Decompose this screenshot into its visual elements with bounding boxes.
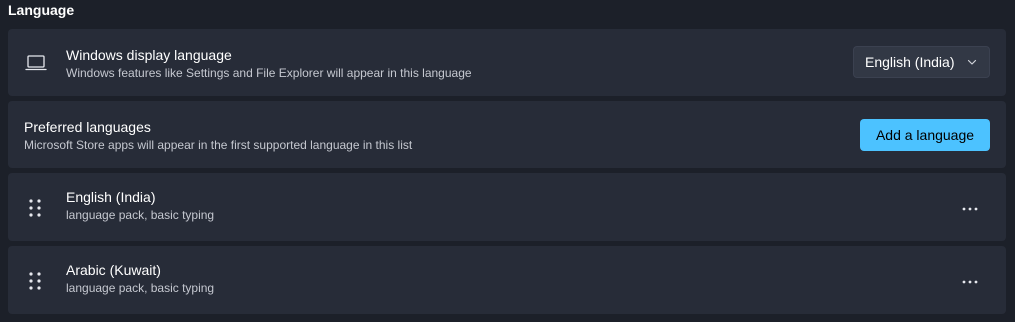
display-language-title: Windows display language bbox=[66, 47, 232, 63]
preferred-languages-title: Preferred languages bbox=[24, 119, 151, 135]
more-icon bbox=[962, 198, 978, 216]
language-item[interactable]: Arabic (Kuwait) language pack, basic typ… bbox=[8, 246, 1006, 314]
section-title: Language bbox=[8, 2, 75, 18]
more-options-button[interactable] bbox=[956, 195, 984, 219]
more-icon bbox=[962, 271, 978, 289]
language-name: English (India) bbox=[66, 189, 156, 205]
add-language-button[interactable]: Add a language bbox=[860, 119, 990, 151]
display-language-selected: English (India) bbox=[865, 54, 955, 70]
display-language-card: Windows display language Windows feature… bbox=[8, 29, 1006, 96]
language-item[interactable]: English (India) language pack, basic typ… bbox=[8, 173, 1006, 241]
display-language-description: Windows features like Settings and File … bbox=[66, 66, 472, 80]
more-options-button[interactable] bbox=[956, 268, 984, 292]
display-language-dropdown[interactable]: English (India) bbox=[853, 46, 990, 78]
language-features: language pack, basic typing bbox=[66, 281, 215, 295]
preferred-languages-description: Microsoft Store apps will appear in the … bbox=[24, 138, 413, 152]
language-features: language pack, basic typing bbox=[66, 208, 215, 222]
preferred-languages-card: Preferred languages Microsoft Store apps… bbox=[8, 101, 1006, 168]
language-name: Arabic (Kuwait) bbox=[66, 262, 161, 278]
